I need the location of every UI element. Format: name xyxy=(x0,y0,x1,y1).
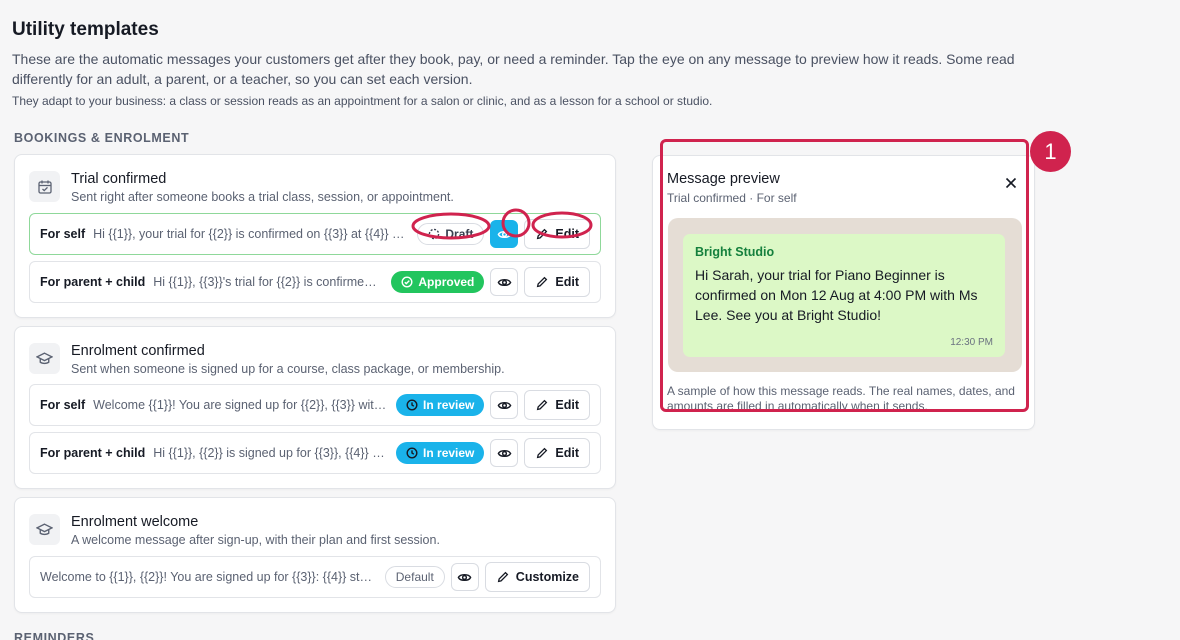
row-message-text: Hi {{1}}, {{3}}'s trial for {{2}} is con… xyxy=(153,275,383,289)
page-intro: These are the automatic messages your cu… xyxy=(12,51,1015,87)
edit-button-label: Edit xyxy=(555,227,579,241)
message-bubble: Bright Studio Hi Sarah, your trial for P… xyxy=(683,234,1005,357)
annotation-marker: 1 xyxy=(1030,131,1071,172)
card-subtitle: Sent when someone is signed up for a cou… xyxy=(71,362,505,376)
card-subtitle: A welcome message after sign-up, with th… xyxy=(71,533,440,547)
eye-icon xyxy=(497,449,512,457)
preview-eye-button[interactable] xyxy=(450,563,479,591)
chat-background: Bright Studio Hi Sarah, your trial for P… xyxy=(668,218,1022,372)
card-header: Enrolment confirmed Sent when someone is… xyxy=(29,341,601,377)
graduation-cap-icon xyxy=(29,343,60,374)
bubble-timestamp: 12:30 PM xyxy=(950,337,993,348)
row-audience-label: For parent + child xyxy=(40,446,146,460)
edit-button-label: Edit xyxy=(555,398,579,412)
preview-footnote: A sample of how this message reads. The … xyxy=(667,384,1015,412)
clock-icon xyxy=(406,399,418,411)
status-badge-approved: Approved xyxy=(391,271,485,293)
card-header: Trial confirmed Sent right after someone… xyxy=(29,169,601,205)
template-row-for-parent-child[interactable]: For parent + child Hi {{1}}, {{3}}'s tri… xyxy=(29,261,601,303)
bubble-text: Hi Sarah, your trial for Piano Beginner … xyxy=(695,267,978,323)
status-badge-in-review: In review xyxy=(396,394,485,416)
edit-button-label: Edit xyxy=(555,446,579,460)
customize-button[interactable]: Customize xyxy=(484,562,590,592)
status-badge-label: Draft xyxy=(445,227,474,241)
eye-icon xyxy=(497,278,512,286)
status-badge-label: In review xyxy=(423,398,475,412)
template-row-default[interactable]: Welcome to {{1}}, {{2}}! You are signed … xyxy=(29,556,601,598)
page-intro-note: They adapt to your business: a class or … xyxy=(12,94,713,108)
pencil-icon xyxy=(497,571,509,583)
row-message-text: Welcome to {{1}}, {{2}}! You are signed … xyxy=(40,570,377,584)
edit-button-label: Edit xyxy=(555,275,579,289)
row-audience-label: For parent + child xyxy=(40,275,146,289)
bubble-sender: Bright Studio xyxy=(695,245,775,259)
preview-eye-button[interactable] xyxy=(490,268,519,296)
dashed-circle-icon xyxy=(429,228,440,240)
row-audience-label: For self xyxy=(40,227,86,241)
section-label-bookings: BOOKINGS & ENROLMENT xyxy=(14,131,190,145)
card-title: Enrolment confirmed xyxy=(71,343,205,359)
eye-icon xyxy=(457,573,472,581)
card-title: Enrolment welcome xyxy=(71,514,199,530)
pencil-icon xyxy=(537,276,548,288)
eye-icon xyxy=(497,401,512,409)
preview-title: Message preview xyxy=(667,171,780,187)
preview-eye-button[interactable] xyxy=(490,220,519,248)
preview-subtitle: Trial confirmed · For self xyxy=(667,191,797,205)
status-badge-label: Approved xyxy=(418,275,475,289)
graduation-cap-icon xyxy=(29,514,60,545)
preview-eye-button[interactable] xyxy=(490,439,519,467)
card-title: Trial confirmed xyxy=(71,171,167,187)
template-row-for-parent-child[interactable]: For parent + child Hi {{1}}, {{2}} is si… xyxy=(29,432,601,474)
status-badge-in-review: In review xyxy=(396,442,485,464)
row-message-text: Hi {{1}}, {{2}} is signed up for {{3}}, … xyxy=(153,446,388,460)
template-row-for-self[interactable]: For self Welcome {{1}}! You are signed u… xyxy=(29,384,601,426)
edit-button[interactable]: Edit xyxy=(524,390,590,420)
template-card-trial-confirmed: Trial confirmed Sent right after someone… xyxy=(14,154,616,318)
edit-button[interactable]: Edit xyxy=(524,438,590,468)
section-label-reminders: REMINDERS xyxy=(14,631,95,640)
pencil-icon xyxy=(537,447,548,459)
card-header: Enrolment welcome A welcome message afte… xyxy=(29,512,601,548)
calendar-check-icon xyxy=(29,171,60,202)
close-icon[interactable] xyxy=(1002,174,1020,192)
clock-icon xyxy=(406,447,418,459)
row-message-text: Welcome {{1}}! You are signed up for {{2… xyxy=(93,398,389,412)
edit-button[interactable]: Edit xyxy=(524,219,590,249)
customize-button-label: Customize xyxy=(515,570,579,584)
edit-button[interactable]: Edit xyxy=(524,267,590,297)
row-message-text: Hi {{1}}, your trial for {{2}} is confir… xyxy=(93,227,409,241)
pencil-icon xyxy=(537,228,548,240)
eye-icon xyxy=(497,230,512,238)
check-circle-icon xyxy=(401,276,413,288)
status-badge-default: Default xyxy=(384,566,445,588)
template-row-for-self[interactable]: For self Hi {{1}}, your trial for {{2}} … xyxy=(29,213,601,255)
pencil-icon xyxy=(537,399,548,411)
page-title: Utility templates xyxy=(12,19,159,40)
preview-eye-button[interactable] xyxy=(490,391,519,419)
message-preview-panel: Message preview Trial confirmed · For se… xyxy=(652,155,1035,430)
template-card-enrolment-welcome: Enrolment welcome A welcome message afte… xyxy=(14,497,616,613)
row-audience-label: For self xyxy=(40,398,86,412)
status-badge-draft: Draft xyxy=(417,223,485,245)
template-card-enrolment-confirmed: Enrolment confirmed Sent when someone is… xyxy=(14,326,616,489)
status-badge-label: In review xyxy=(423,446,475,460)
card-subtitle: Sent right after someone books a trial c… xyxy=(71,190,454,204)
